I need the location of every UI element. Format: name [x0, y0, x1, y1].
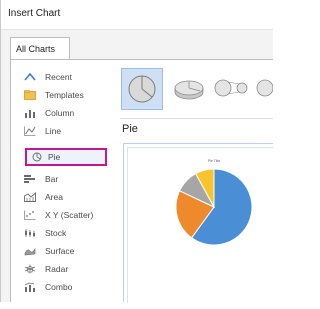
category-recent[interactable]: Recent — [15, 68, 113, 86]
scatter-chart-icon — [24, 210, 36, 220]
pie-slices — [175, 168, 253, 246]
title-bar: Insert Chart — [1, 0, 273, 30]
bar-of-pie-subtype-icon — [256, 79, 274, 97]
category-radar[interactable]: Radar — [15, 260, 113, 278]
dialog-title: Insert Chart — [8, 8, 61, 19]
combo-chart-icon — [24, 282, 35, 292]
category-label: Recent — [45, 72, 72, 82]
templates-icon — [24, 90, 36, 100]
category-column[interactable]: Column — [15, 104, 113, 122]
category-bar[interactable]: Bar — [15, 170, 113, 188]
category-label: Column — [45, 108, 75, 118]
category-label: Bar — [45, 174, 59, 184]
category-line[interactable]: Line — [15, 122, 113, 140]
category-stock[interactable]: Stock — [15, 224, 113, 242]
subtype-pie-of-pie-button[interactable] — [211, 68, 253, 110]
chart-subtype-gallery — [113, 68, 274, 118]
tab-strip: All Charts — [1, 30, 273, 60]
category-xy-scatter[interactable]: X Y (Scatter) — [15, 206, 113, 224]
category-label: X Y (Scatter) — [45, 210, 94, 220]
preview-pie-title: Pie Title — [208, 159, 221, 163]
subtype-pie-button[interactable] — [121, 68, 163, 110]
pie-subtype-icon — [128, 75, 156, 103]
category-label: Radar — [45, 264, 69, 274]
chart-type-heading: Pie — [122, 123, 138, 135]
pie-of-pie-subtype-icon — [214, 79, 248, 97]
subtype-3d-pie-button[interactable] — [169, 68, 211, 110]
line-chart-icon — [24, 126, 36, 136]
category-label: Area — [45, 192, 63, 202]
stock-chart-icon — [25, 229, 35, 237]
surface-chart-icon — [24, 247, 36, 256]
category-label: Combo — [45, 282, 73, 292]
gallery-divider — [120, 118, 273, 119]
category-templates[interactable]: Templates — [15, 86, 113, 104]
category-label: Stock — [45, 228, 67, 238]
pie-chart-icon — [32, 152, 42, 162]
recent-icon — [24, 72, 36, 81]
area-chart-icon — [24, 192, 36, 202]
3d-pie-subtype-icon — [174, 80, 204, 100]
category-pie[interactable]: Pie — [25, 148, 107, 166]
subtype-bar-of-pie-button[interactable] — [253, 68, 295, 110]
tab-all-charts[interactable]: All Charts — [10, 37, 70, 60]
chart-preview[interactable]: Pie Title — [123, 143, 274, 303]
preview-pie-chart: Pie Title — [175, 159, 253, 246]
category-label: Line — [45, 126, 62, 136]
category-label: Surface — [45, 246, 75, 256]
column-chart-icon — [25, 110, 35, 118]
bar-chart-icon — [24, 175, 35, 183]
category-label: Pie — [48, 152, 61, 162]
preview-frame: Pie Title — [127, 147, 274, 303]
category-surface[interactable]: Surface — [15, 242, 113, 260]
radar-chart-icon — [24, 264, 36, 274]
insert-chart-dialog: Insert Chart All Charts Recent Templates — [0, 0, 274, 303]
category-label: Templates — [45, 90, 84, 100]
category-combo[interactable]: Combo — [15, 278, 113, 296]
category-area[interactable]: Area — [15, 188, 113, 206]
chart-category-list: Recent Templates Column Line Pie Bar Are… — [11, 68, 113, 302]
